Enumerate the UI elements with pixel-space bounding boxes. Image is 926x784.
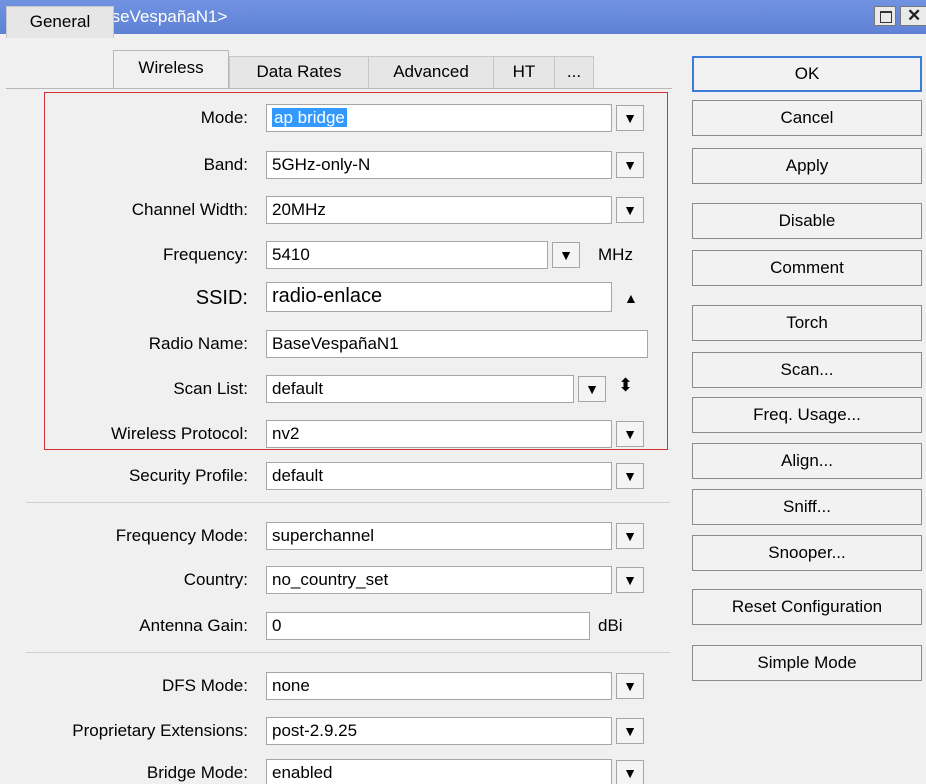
tab-divider: [6, 88, 672, 89]
proprietary-extensions-dropdown-icon[interactable]: ▼: [616, 718, 644, 744]
ok-button[interactable]: OK: [692, 56, 922, 92]
wireless-protocol-label: Wireless Protocol:: [111, 424, 248, 443]
section-separator: [26, 652, 670, 653]
mode-select[interactable]: ap bridge: [266, 104, 612, 132]
wireless-protocol-dropdown-icon[interactable]: ▼: [616, 421, 644, 447]
proprietary-extensions-label: Proprietary Extensions:: [72, 721, 248, 740]
frequency-unit: MHz: [598, 245, 633, 264]
scan-list-dropdown-icon[interactable]: ▼: [578, 376, 606, 402]
country-label: Country:: [183, 570, 248, 589]
security-profile-label: Security Profile:: [128, 466, 248, 485]
tab-general[interactable]: General: [6, 6, 114, 38]
mode-label: Mode:: [200, 108, 248, 127]
freq-usage-button[interactable]: Freq. Usage...: [692, 397, 922, 433]
antenna-gain-label: Antenna Gain:: [139, 616, 248, 635]
security-profile-dropdown-icon[interactable]: ▼: [616, 463, 644, 489]
frequency-dropdown-icon[interactable]: ▼: [552, 242, 580, 268]
antenna-gain-unit: dBi: [598, 616, 623, 635]
scan-list-label: Scan List:: [173, 379, 248, 398]
wireless-protocol-select[interactable]: nv2: [266, 420, 612, 448]
tab-wireless[interactable]: Wireless: [113, 50, 229, 88]
frequency-mode-select[interactable]: superchannel: [266, 522, 612, 550]
band-label: Band:: [203, 155, 248, 174]
snooper-button[interactable]: Snooper...: [692, 535, 922, 571]
comment-button[interactable]: Comment: [692, 250, 922, 286]
band-dropdown-icon[interactable]: ▼: [616, 152, 644, 178]
align-button[interactable]: Align...: [692, 443, 922, 479]
bridge-mode-dropdown-icon[interactable]: ▼: [616, 760, 644, 784]
proprietary-extensions-select[interactable]: post-2.9.25: [266, 717, 612, 745]
scan-button[interactable]: Scan...: [692, 352, 922, 388]
tab-more[interactable]: ...: [554, 56, 594, 88]
channel-width-select[interactable]: 20MHz: [266, 196, 612, 224]
frequency-mode-dropdown-icon[interactable]: ▼: [616, 523, 644, 549]
radio-name-label: Radio Name:: [148, 334, 248, 353]
country-dropdown-icon[interactable]: ▼: [616, 567, 644, 593]
disable-button[interactable]: Disable: [692, 203, 922, 239]
maximize-icon[interactable]: [874, 6, 896, 26]
frequency-mode-label: Frequency Mode:: [115, 526, 248, 545]
dfs-mode-label: DFS Mode:: [162, 676, 248, 695]
ssid-label: SSID:: [195, 287, 248, 309]
dfs-mode-dropdown-icon[interactable]: ▼: [616, 673, 644, 699]
torch-button[interactable]: Torch: [692, 305, 922, 341]
channel-width-label: Channel Width:: [131, 200, 248, 219]
radio-name-input[interactable]: BaseVespañaN1: [266, 330, 648, 358]
channel-width-dropdown-icon[interactable]: ▼: [616, 197, 644, 223]
ssid-input[interactable]: radio-enlace: [266, 282, 612, 312]
frequency-label: Frequency:: [162, 245, 248, 264]
sniff-button[interactable]: Sniff...: [692, 489, 922, 525]
security-profile-select[interactable]: default: [266, 462, 612, 490]
close-icon[interactable]: ✕: [900, 6, 926, 26]
simple-mode-button[interactable]: Simple Mode: [692, 645, 922, 681]
band-select[interactable]: 5GHz-only-N: [266, 151, 612, 179]
tab-advanced[interactable]: Advanced: [368, 56, 494, 88]
collapse-icon[interactable]: ▲: [624, 290, 638, 306]
tab-data-rates[interactable]: Data Rates: [229, 56, 369, 88]
reorder-icon[interactable]: ⬍: [618, 375, 633, 396]
section-separator: [26, 502, 670, 503]
window-titlebar[interactable]: Interface <BaseVespañaN1> ✕: [0, 0, 926, 34]
apply-button[interactable]: Apply: [692, 148, 922, 184]
scan-list-select[interactable]: default: [266, 375, 574, 403]
antenna-gain-input[interactable]: 0: [266, 612, 590, 640]
tab-ht[interactable]: HT: [493, 56, 555, 88]
country-select[interactable]: no_country_set: [266, 566, 612, 594]
cancel-button[interactable]: Cancel: [692, 100, 922, 136]
bridge-mode-select[interactable]: enabled: [266, 759, 612, 784]
reset-configuration-button[interactable]: Reset Configuration: [692, 589, 922, 625]
dfs-mode-select[interactable]: none: [266, 672, 612, 700]
frequency-select[interactable]: 5410: [266, 241, 548, 269]
mode-dropdown-icon[interactable]: ▼: [616, 105, 644, 131]
bridge-mode-label: Bridge Mode:: [146, 763, 248, 782]
